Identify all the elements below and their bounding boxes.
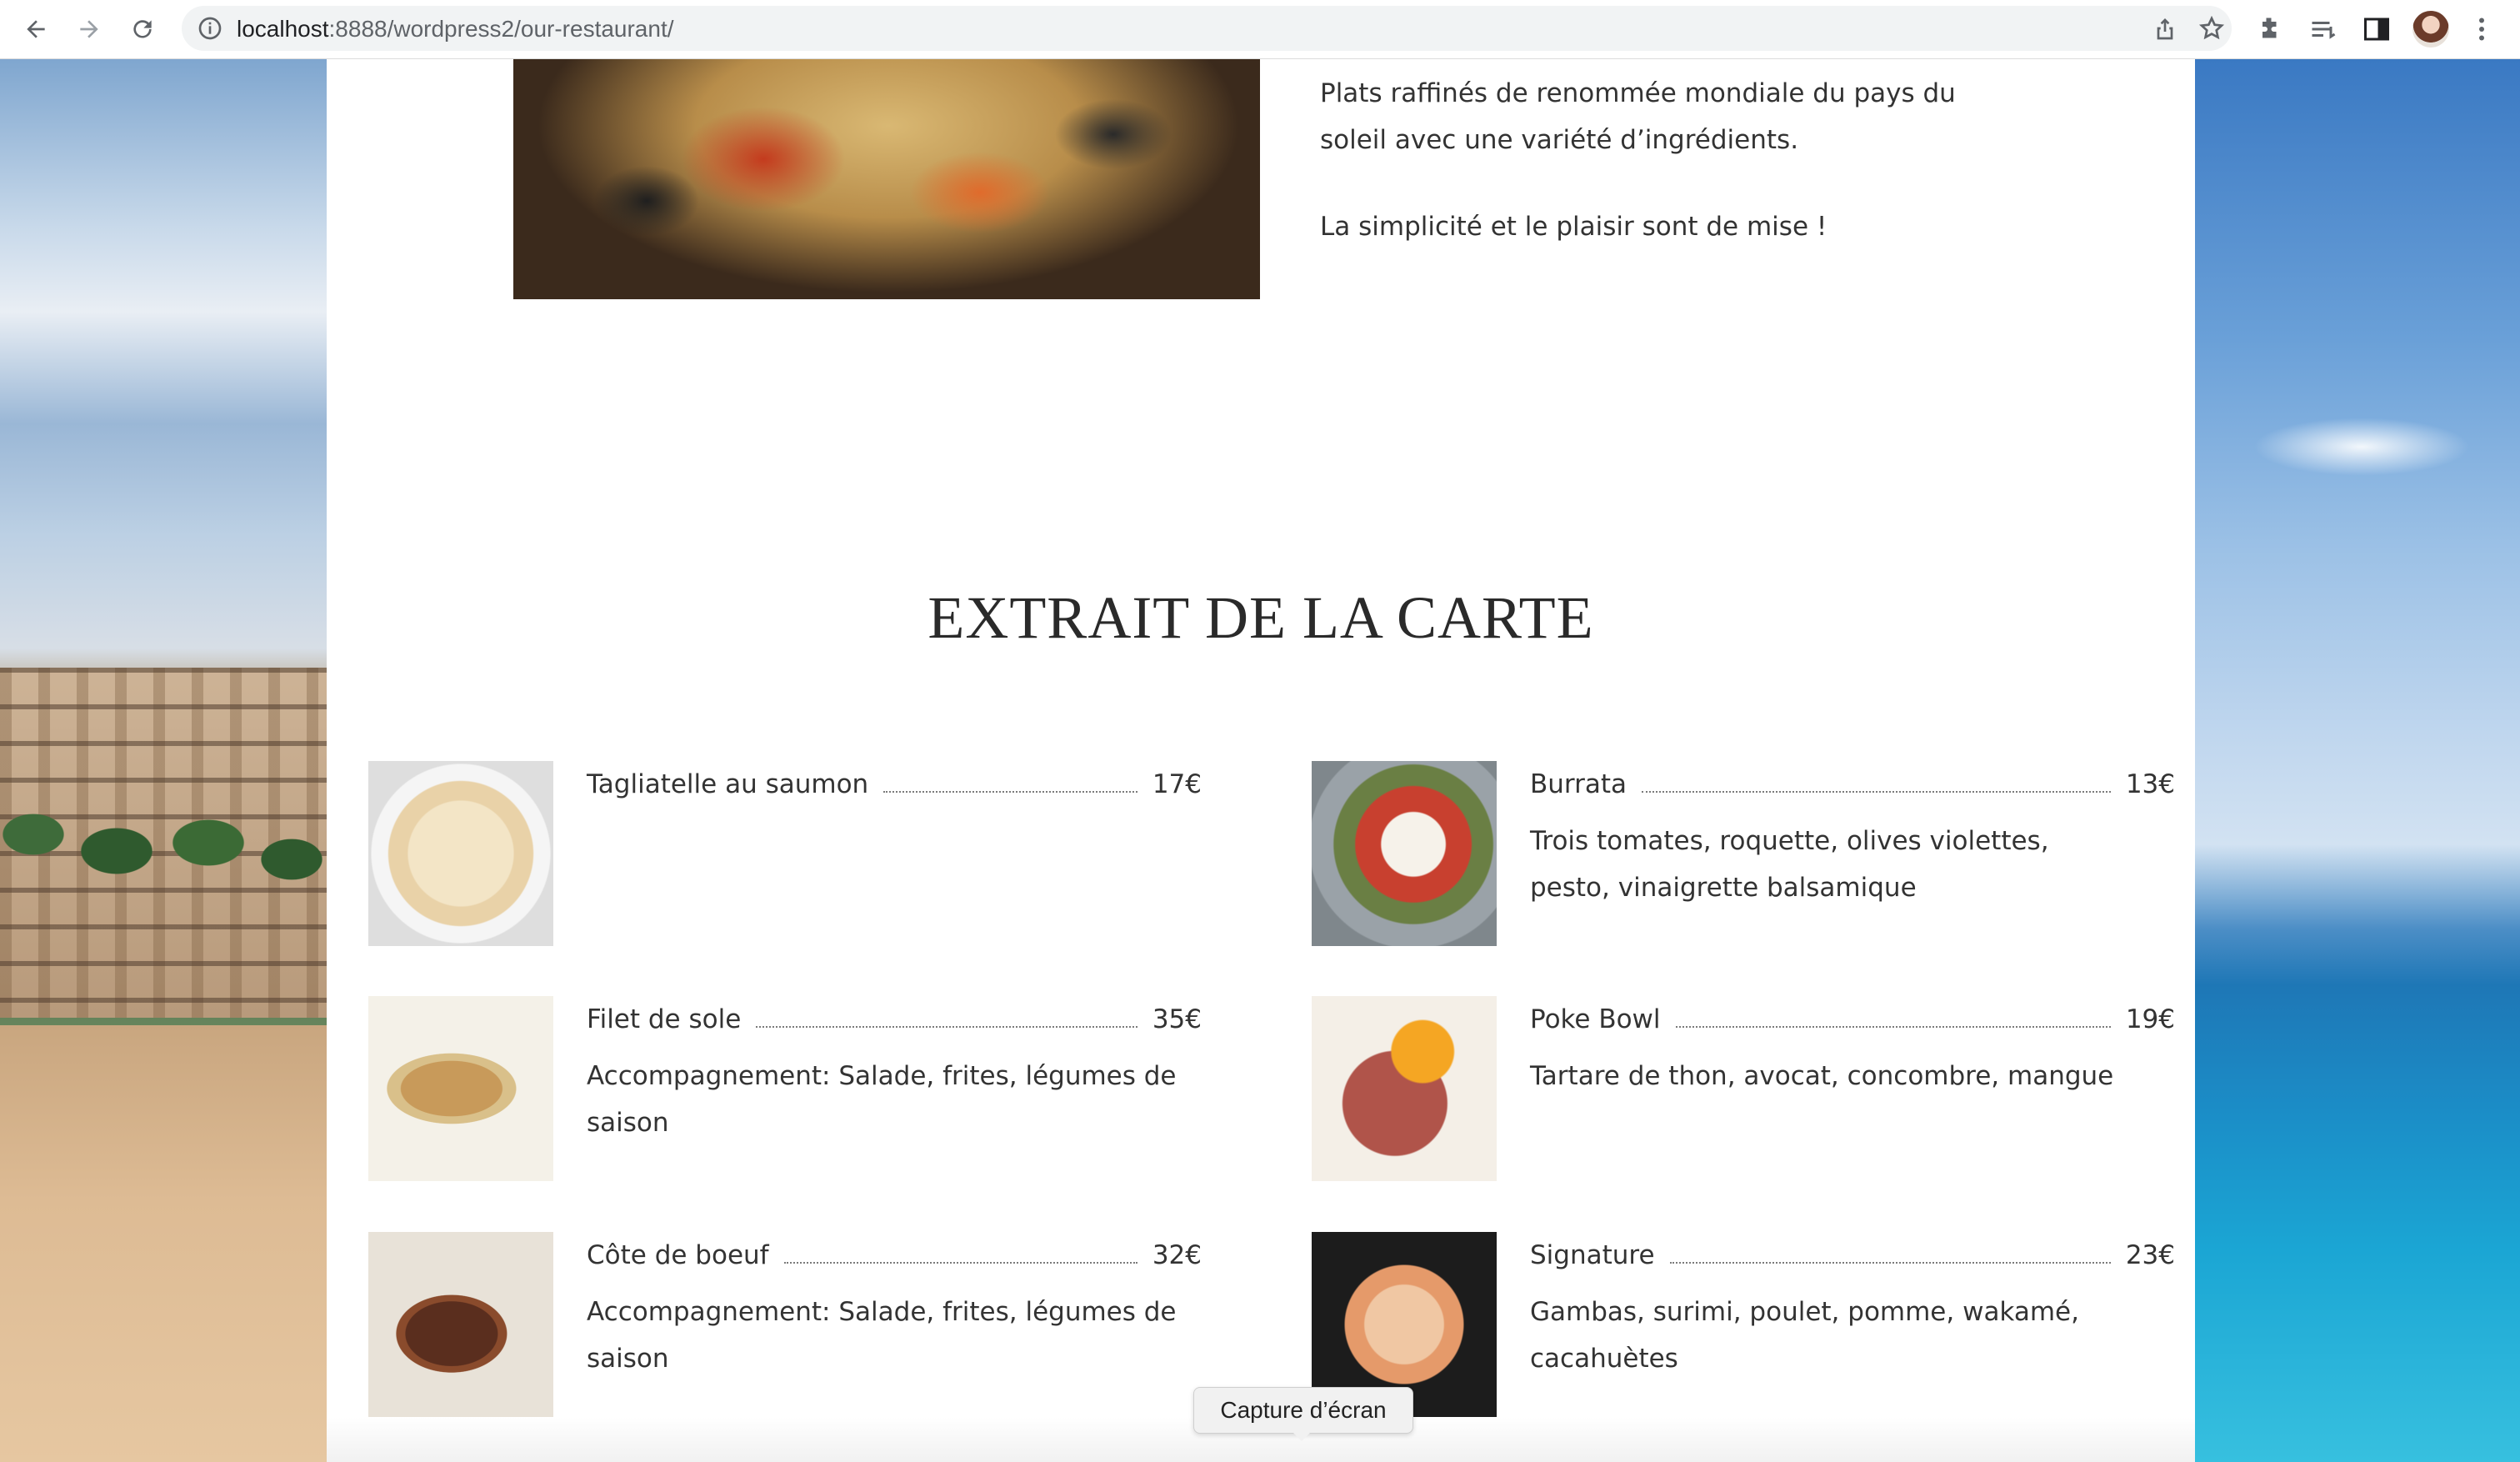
- site-info-icon[interactable]: [197, 15, 223, 42]
- burrata-image: [1312, 761, 1497, 946]
- dotted-leader: [883, 790, 1138, 793]
- cote-de-boeuf-image: [368, 1232, 553, 1417]
- background-beach-town-image: [0, 59, 327, 1462]
- forward-icon[interactable]: [72, 12, 107, 47]
- menu-item-header: Poke Bowl 19€: [1530, 996, 2175, 1043]
- bookmark-star-icon[interactable]: [2198, 15, 2225, 42]
- filet-de-sole-image: [368, 996, 553, 1181]
- reading-list-icon[interactable]: [2308, 14, 2338, 44]
- menu-item-name: Burrata: [1530, 769, 1628, 799]
- menu-item-signature: Signature 23€ Gambas, surimi, poulet, po…: [1312, 1232, 2212, 1419]
- dotted-leader: [1669, 1261, 2111, 1264]
- menu-item-description: Tartare de thon, avocat, concombre, mang…: [1530, 1061, 2114, 1091]
- menu-item-cote-de-boeuf: Côte de boeuf 32€ Accompagnement: Salade…: [368, 1232, 1268, 1419]
- menu-item-name: Poke Bowl: [1530, 1004, 1661, 1034]
- more-menu-icon[interactable]: [2467, 14, 2497, 44]
- back-icon[interactable]: [18, 12, 53, 47]
- menu-item-price: 23€: [2125, 1240, 2175, 1270]
- dotted-leader: [1675, 1025, 2111, 1028]
- menu-item-header: Filet de sole 35€: [587, 996, 1202, 1043]
- menu-item-description: Accompagnement: Salade, frites, légumes …: [587, 1297, 1177, 1374]
- url-path: :8888/wordpress2/our-restaurant/: [328, 16, 674, 42]
- poke-bowl-image: [1312, 996, 1497, 1181]
- screenshot-tooltip: Capture d’écran: [1193, 1387, 1413, 1434]
- menu-item-description: Gambas, surimi, poulet, pomme, wakamé, c…: [1530, 1297, 2079, 1374]
- menu-item-price: 13€: [2125, 769, 2175, 799]
- menu-item-price: 19€: [2125, 1004, 2175, 1034]
- url-text[interactable]: localhost:8888/wordpress2/our-restaurant…: [237, 16, 674, 43]
- menu-item-description: Trois tomates, roquette, olives violette…: [1530, 826, 2049, 903]
- intro-paragraph-2: La simplicité et le plaisir sont de mise…: [1320, 212, 1828, 242]
- menu-item-price: 17€: [1152, 769, 1202, 799]
- background-sea-image: [2195, 59, 2520, 1462]
- dotted-leader: [783, 1261, 1138, 1264]
- side-panel-icon[interactable]: [2362, 14, 2392, 44]
- share-icon[interactable]: [2152, 15, 2178, 42]
- menu-section-title: EXTRAIT DE LA CARTE: [928, 584, 1594, 651]
- paella-image: [513, 59, 1260, 299]
- background-palm-trees: [0, 801, 327, 1026]
- extensions-icon[interactable]: [2255, 14, 2285, 44]
- intro-text: Plats raffinés de renommée mondiale du p…: [1320, 70, 2028, 250]
- menu-item-price: 35€: [1152, 1004, 1202, 1034]
- menu-item-header: Signature 23€: [1530, 1232, 2175, 1279]
- menu-item-name: Signature: [1530, 1240, 1655, 1270]
- dotted-leader: [1642, 790, 2111, 793]
- intro-paragraph-1: Plats raffinés de renommée mondiale du p…: [1320, 78, 1956, 155]
- menu-item-name: Côte de boeuf: [587, 1240, 769, 1270]
- tagliatelle-image: [368, 761, 553, 946]
- reload-icon[interactable]: [125, 12, 160, 47]
- menu-item-header: Côte de boeuf 32€: [587, 1232, 1202, 1279]
- tooltip-arrow: [1292, 1431, 1312, 1441]
- menu-item-filet-de-sole: Filet de sole 35€ Accompagnement: Salade…: [368, 996, 1268, 1183]
- menu-item-poke-bowl: Poke Bowl 19€ Tartare de thon, avocat, c…: [1312, 996, 2212, 1183]
- background-sand: [0, 1025, 327, 1462]
- address-bar[interactable]: localhost:8888/wordpress2/our-restaurant…: [182, 6, 2232, 51]
- menu-item-name: Tagliatelle au saumon: [587, 769, 869, 799]
- profile-avatar[interactable]: [2412, 11, 2449, 48]
- menu-item-price: 32€: [1152, 1240, 1202, 1270]
- menu-item-description: Accompagnement: Salade, frites, légumes …: [587, 1061, 1177, 1138]
- menu-item-header: Tagliatelle au saumon 17€: [587, 761, 1202, 808]
- background-cloud: [2253, 418, 2470, 476]
- menu-item-burrata: Burrata 13€ Trois tomates, roquette, oli…: [1312, 761, 2212, 948]
- url-host: localhost: [237, 16, 329, 42]
- menu-item-tagliatelle: Tagliatelle au saumon 17€: [368, 761, 1268, 948]
- menu-item-header: Burrata 13€: [1530, 761, 2175, 808]
- dotted-leader: [756, 1025, 1138, 1028]
- menu-item-name: Filet de sole: [587, 1004, 742, 1034]
- browser-toolbar: localhost:8888/wordpress2/our-restaurant…: [0, 0, 2520, 59]
